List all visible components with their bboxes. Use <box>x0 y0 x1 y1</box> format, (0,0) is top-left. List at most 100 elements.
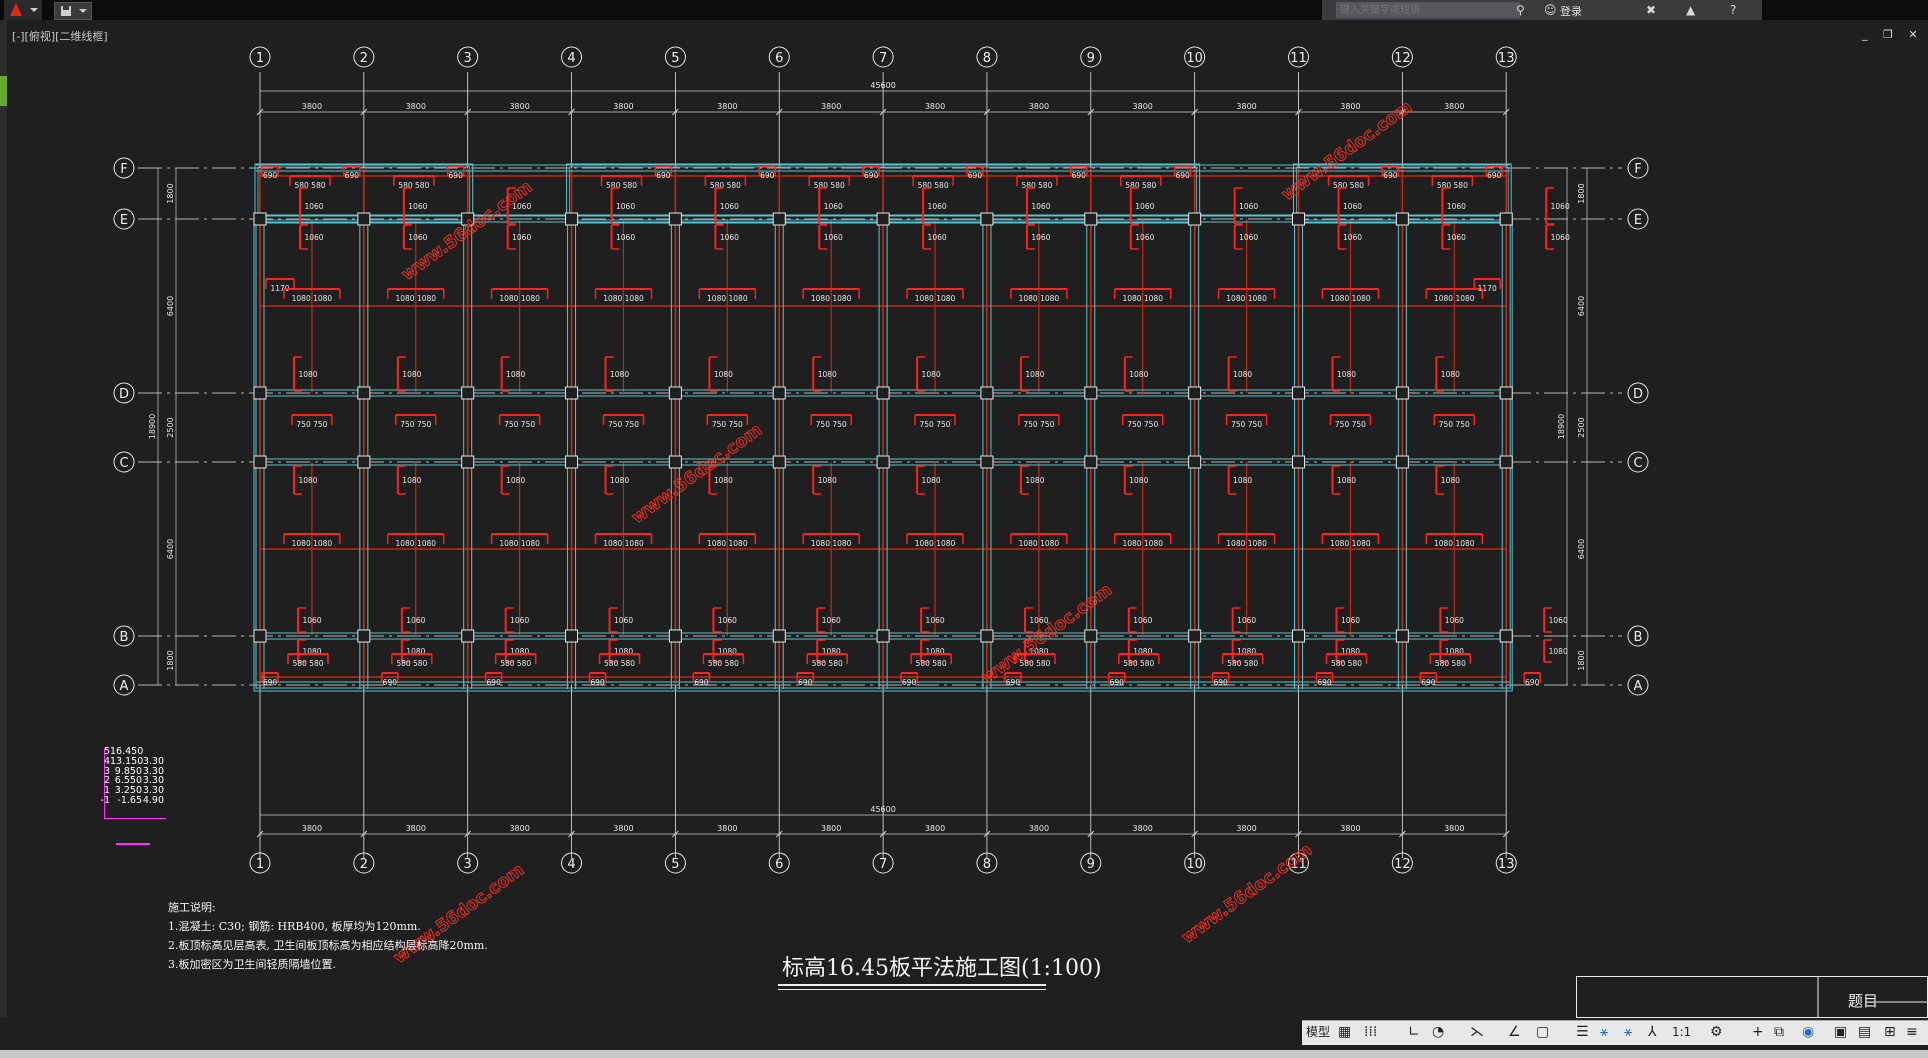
column-square <box>1499 386 1513 400</box>
column-square <box>1084 455 1098 469</box>
grid-bubble-label: 1 <box>256 51 264 66</box>
rebar-label: 1060 <box>1341 616 1360 625</box>
rebar-label: 1080 1080 <box>499 294 540 303</box>
rebar-label: 1080 1080 <box>603 294 644 303</box>
rebar-label: 1060 <box>304 202 323 211</box>
column-square <box>357 629 371 643</box>
rebar-label: 1080 1080 <box>811 539 852 548</box>
rebar-label: 1060 <box>408 202 427 211</box>
dimension-part: 1800 <box>166 183 175 203</box>
rebar-label: 1080 1080 <box>292 539 333 548</box>
help-icon[interactable]: ? <box>1730 2 1736 18</box>
rebar-label: 690 <box>1110 678 1125 687</box>
annotation-scale-value[interactable]: 1:1 <box>1672 1022 1691 1042</box>
drawing-title: 标高16.45板平法施工图(1:100) <box>782 956 1102 981</box>
rebar-label: 750 750 <box>920 420 951 429</box>
hardware-accel-icon[interactable]: ◉ <box>1802 1022 1814 1042</box>
dimension-span: 3800 <box>509 824 529 833</box>
layout-icon[interactable]: ⊞ <box>1884 1022 1896 1042</box>
notes-title: 施工说明: <box>168 901 216 914</box>
rebar-label: 1060 <box>408 233 427 242</box>
rebar-label: 1060 <box>720 233 739 242</box>
grid-bubble-label: B <box>1634 630 1643 645</box>
dimension-span: 3800 <box>717 824 737 833</box>
quick-access-save-button[interactable] <box>54 2 92 20</box>
clean-screen-icon[interactable]: ▣ <box>1834 1022 1847 1042</box>
exchange-icon[interactable]: ✖ <box>1646 2 1656 18</box>
title-block-label: 题目 <box>1848 992 1879 1010</box>
rebar-label: 690 <box>760 171 775 180</box>
column-square <box>1499 212 1513 226</box>
grid-bubble-label: 4 <box>567 51 575 66</box>
rebar-label: 1060 <box>614 616 633 625</box>
rebar-label: 1080 <box>818 370 837 379</box>
login-button[interactable]: 登录 <box>1560 3 1582 19</box>
column-square <box>876 455 890 469</box>
rebar-label: 690 <box>864 171 879 180</box>
binoculars-icon[interactable]: ⚲ <box>1516 2 1525 18</box>
dimension-total: 45600 <box>870 81 895 90</box>
snap-toggle-icon[interactable]: ⁞⁞⁞ <box>1364 1022 1377 1042</box>
properties-icon[interactable]: ▤ <box>1858 1022 1871 1042</box>
grid-toggle-icon[interactable]: ▦ <box>1338 1022 1351 1042</box>
level-table-mark <box>116 843 150 845</box>
column-square <box>1292 629 1305 643</box>
drawing-canvas[interactable]: 1122334455667788991010111112121313F FE ED D… <box>0 20 1928 1018</box>
model-space-button[interactable]: 模型 <box>1306 1022 1330 1042</box>
lineweight-toggle-icon[interactable]: ☰ <box>1576 1022 1589 1042</box>
column-square <box>1188 629 1202 643</box>
rebar-label: 690 <box>1383 171 1398 180</box>
rebar-label: 1060 <box>928 233 947 242</box>
column-square <box>1084 629 1098 643</box>
osnap-toggle-icon[interactable]: ∠ <box>1508 1022 1521 1042</box>
plus-icon[interactable]: + <box>1752 1022 1764 1042</box>
isodraft-toggle-icon[interactable]: ⋋ <box>1470 1022 1484 1042</box>
column-square <box>461 386 475 400</box>
rebar-label: 750 750 <box>296 420 327 429</box>
grid-bubble-label: E <box>1634 213 1642 228</box>
column-square <box>668 629 682 643</box>
grid-bubble-label: C <box>1633 456 1642 471</box>
rebar-label: 750 750 <box>400 420 431 429</box>
rebar-label: 1080 1080 <box>1019 539 1060 548</box>
column-square <box>357 212 371 226</box>
rebar-label: 1080 1080 <box>1434 294 1475 303</box>
rebar-label: 690 <box>1006 678 1021 687</box>
dimension-span: 3800 <box>1236 102 1256 111</box>
autoscale-icon[interactable]: ⚹ <box>1624 1022 1632 1042</box>
save-icon <box>61 6 87 16</box>
object-snap-icon[interactable]: ▢ <box>1536 1022 1549 1042</box>
rebar-label: 1060 <box>302 616 321 625</box>
application-menu-button[interactable] <box>4 0 42 20</box>
customize-menu-icon[interactable]: ≡ <box>1906 1022 1918 1042</box>
column-square <box>1084 212 1098 226</box>
dimension-span: 3800 <box>1444 824 1464 833</box>
grid-bubble-label: 13 <box>1498 51 1515 66</box>
column-square <box>1395 455 1409 469</box>
search-input[interactable] <box>1336 2 1520 18</box>
workspace-gear-icon[interactable]: ⚙ <box>1710 1022 1723 1042</box>
level-number: -1 <box>100 794 110 806</box>
column-square <box>980 629 994 643</box>
rebar-label: 580 580 <box>396 659 427 668</box>
rebar-label: 1060 <box>1551 202 1570 211</box>
rebar-label: 580 580 <box>604 659 635 668</box>
rebar-label: 750 750 <box>1127 420 1158 429</box>
polar-toggle-icon[interactable]: ◔ <box>1432 1022 1444 1042</box>
rebar-label: 1080 <box>1441 476 1460 485</box>
ortho-toggle-icon[interactable]: ∟ <box>1408 1022 1420 1042</box>
rebar-label: 1080 <box>1549 647 1568 656</box>
annotation-scale-icon[interactable]: ⅄ <box>1648 1022 1657 1042</box>
rebar-label: 1080 1080 <box>707 539 748 548</box>
grid-bubble-label: 6 <box>775 51 783 66</box>
rebar-label: 1060 <box>1239 202 1258 211</box>
column-square <box>1499 455 1513 469</box>
annotation-visibility-icon[interactable]: ⚹ <box>1600 1022 1608 1042</box>
column-square <box>357 455 371 469</box>
dimension-span: 3800 <box>406 824 426 833</box>
connect-icon[interactable]: ▲ <box>1686 2 1695 18</box>
rebar-label: 1060 <box>720 202 739 211</box>
autocad-logo-icon <box>4 0 42 20</box>
drawing-title-underline <box>778 984 1046 990</box>
isolate-icon[interactable]: ⧉ <box>1774 1022 1784 1042</box>
